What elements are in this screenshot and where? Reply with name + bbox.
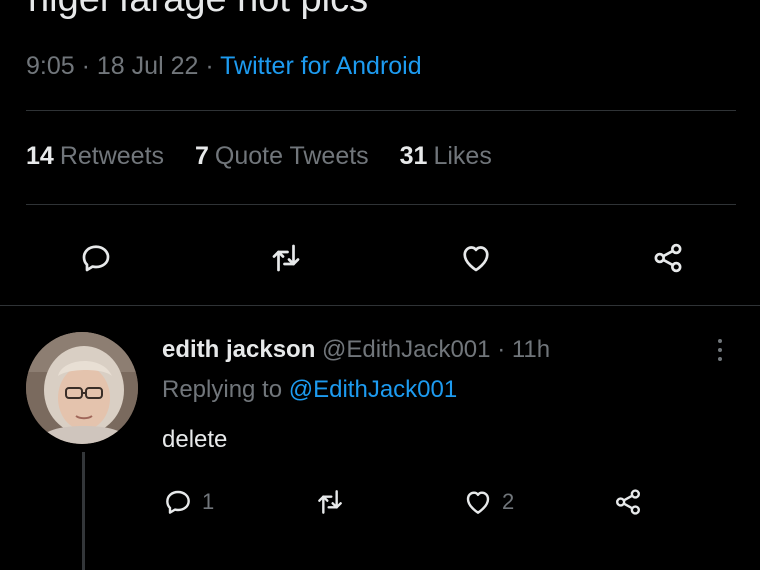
tweet-meta: 9:05 · 18 Jul 22 · Twitter for Android [26, 52, 422, 81]
like-button[interactable] [452, 234, 500, 282]
retweet-icon [318, 490, 342, 514]
quote-tweets-stat[interactable]: 7 Quote Tweets [195, 142, 369, 170]
avatar[interactable] [26, 332, 138, 444]
divider [0, 305, 760, 306]
reply-header: edith jackson @EdithJack001 · 11h [162, 336, 550, 364]
more-icon [718, 339, 722, 343]
retweet-button[interactable] [262, 234, 310, 282]
retweets-label: Retweets [59, 142, 165, 170]
replying-to: Replying to @EdithJack001 [162, 376, 457, 404]
reply-text: delete [162, 426, 228, 453]
retweets-stat[interactable]: 14 Retweets [26, 142, 164, 170]
reply-button[interactable] [72, 234, 120, 282]
share-icon [654, 243, 682, 273]
retweet-icon [272, 244, 300, 272]
tweet-stats: 14 Retweets 7 Quote Tweets 31 Likes [26, 142, 492, 171]
more-icon [718, 348, 722, 352]
reply-like-button[interactable]: 2 [462, 486, 514, 518]
share-button[interactable] [644, 234, 692, 282]
retweets-count: 14 [26, 142, 54, 170]
reply-icon [82, 245, 110, 272]
tweet-text: nigel farage hot pics [28, 0, 368, 21]
likes-count: 31 [399, 142, 428, 170]
replying-to-label: Replying to [162, 376, 283, 403]
divider [26, 110, 736, 111]
quotes-label: Quote Tweets [214, 142, 369, 170]
tweet-date: 18 Jul 22 [96, 52, 199, 80]
avatar-image [26, 332, 138, 444]
more-options-button[interactable] [708, 332, 732, 368]
share-icon [616, 489, 640, 515]
meta-separator: · [497, 336, 506, 363]
replying-to-handle[interactable]: @EdithJack001 [289, 376, 457, 403]
reply-retweet-button[interactable] [314, 486, 346, 518]
more-icon [718, 357, 722, 361]
tweet-source-link[interactable]: Twitter for Android [220, 52, 421, 80]
quotes-count: 7 [194, 142, 209, 170]
reply-reply-button[interactable]: 1 [162, 486, 214, 518]
likes-label: Likes [433, 142, 492, 170]
reply-age: 11h [511, 336, 551, 363]
divider [26, 204, 736, 205]
reply-icon [166, 490, 190, 514]
reply-share-button[interactable] [612, 486, 644, 518]
like-icon [463, 246, 489, 272]
thread-line [82, 452, 85, 570]
meta-separator: · [205, 52, 214, 80]
reply-author-name[interactable]: edith jackson [162, 336, 315, 363]
like-count: 2 [502, 489, 515, 514]
meta-separator: · [81, 52, 90, 80]
like-icon [466, 491, 490, 514]
likes-stat[interactable]: 31 Likes [400, 142, 492, 170]
tweet-time: 9:05 [26, 52, 75, 80]
reply-count: 1 [202, 489, 215, 514]
reply-author-handle[interactable]: @EdithJack001 [322, 336, 490, 363]
